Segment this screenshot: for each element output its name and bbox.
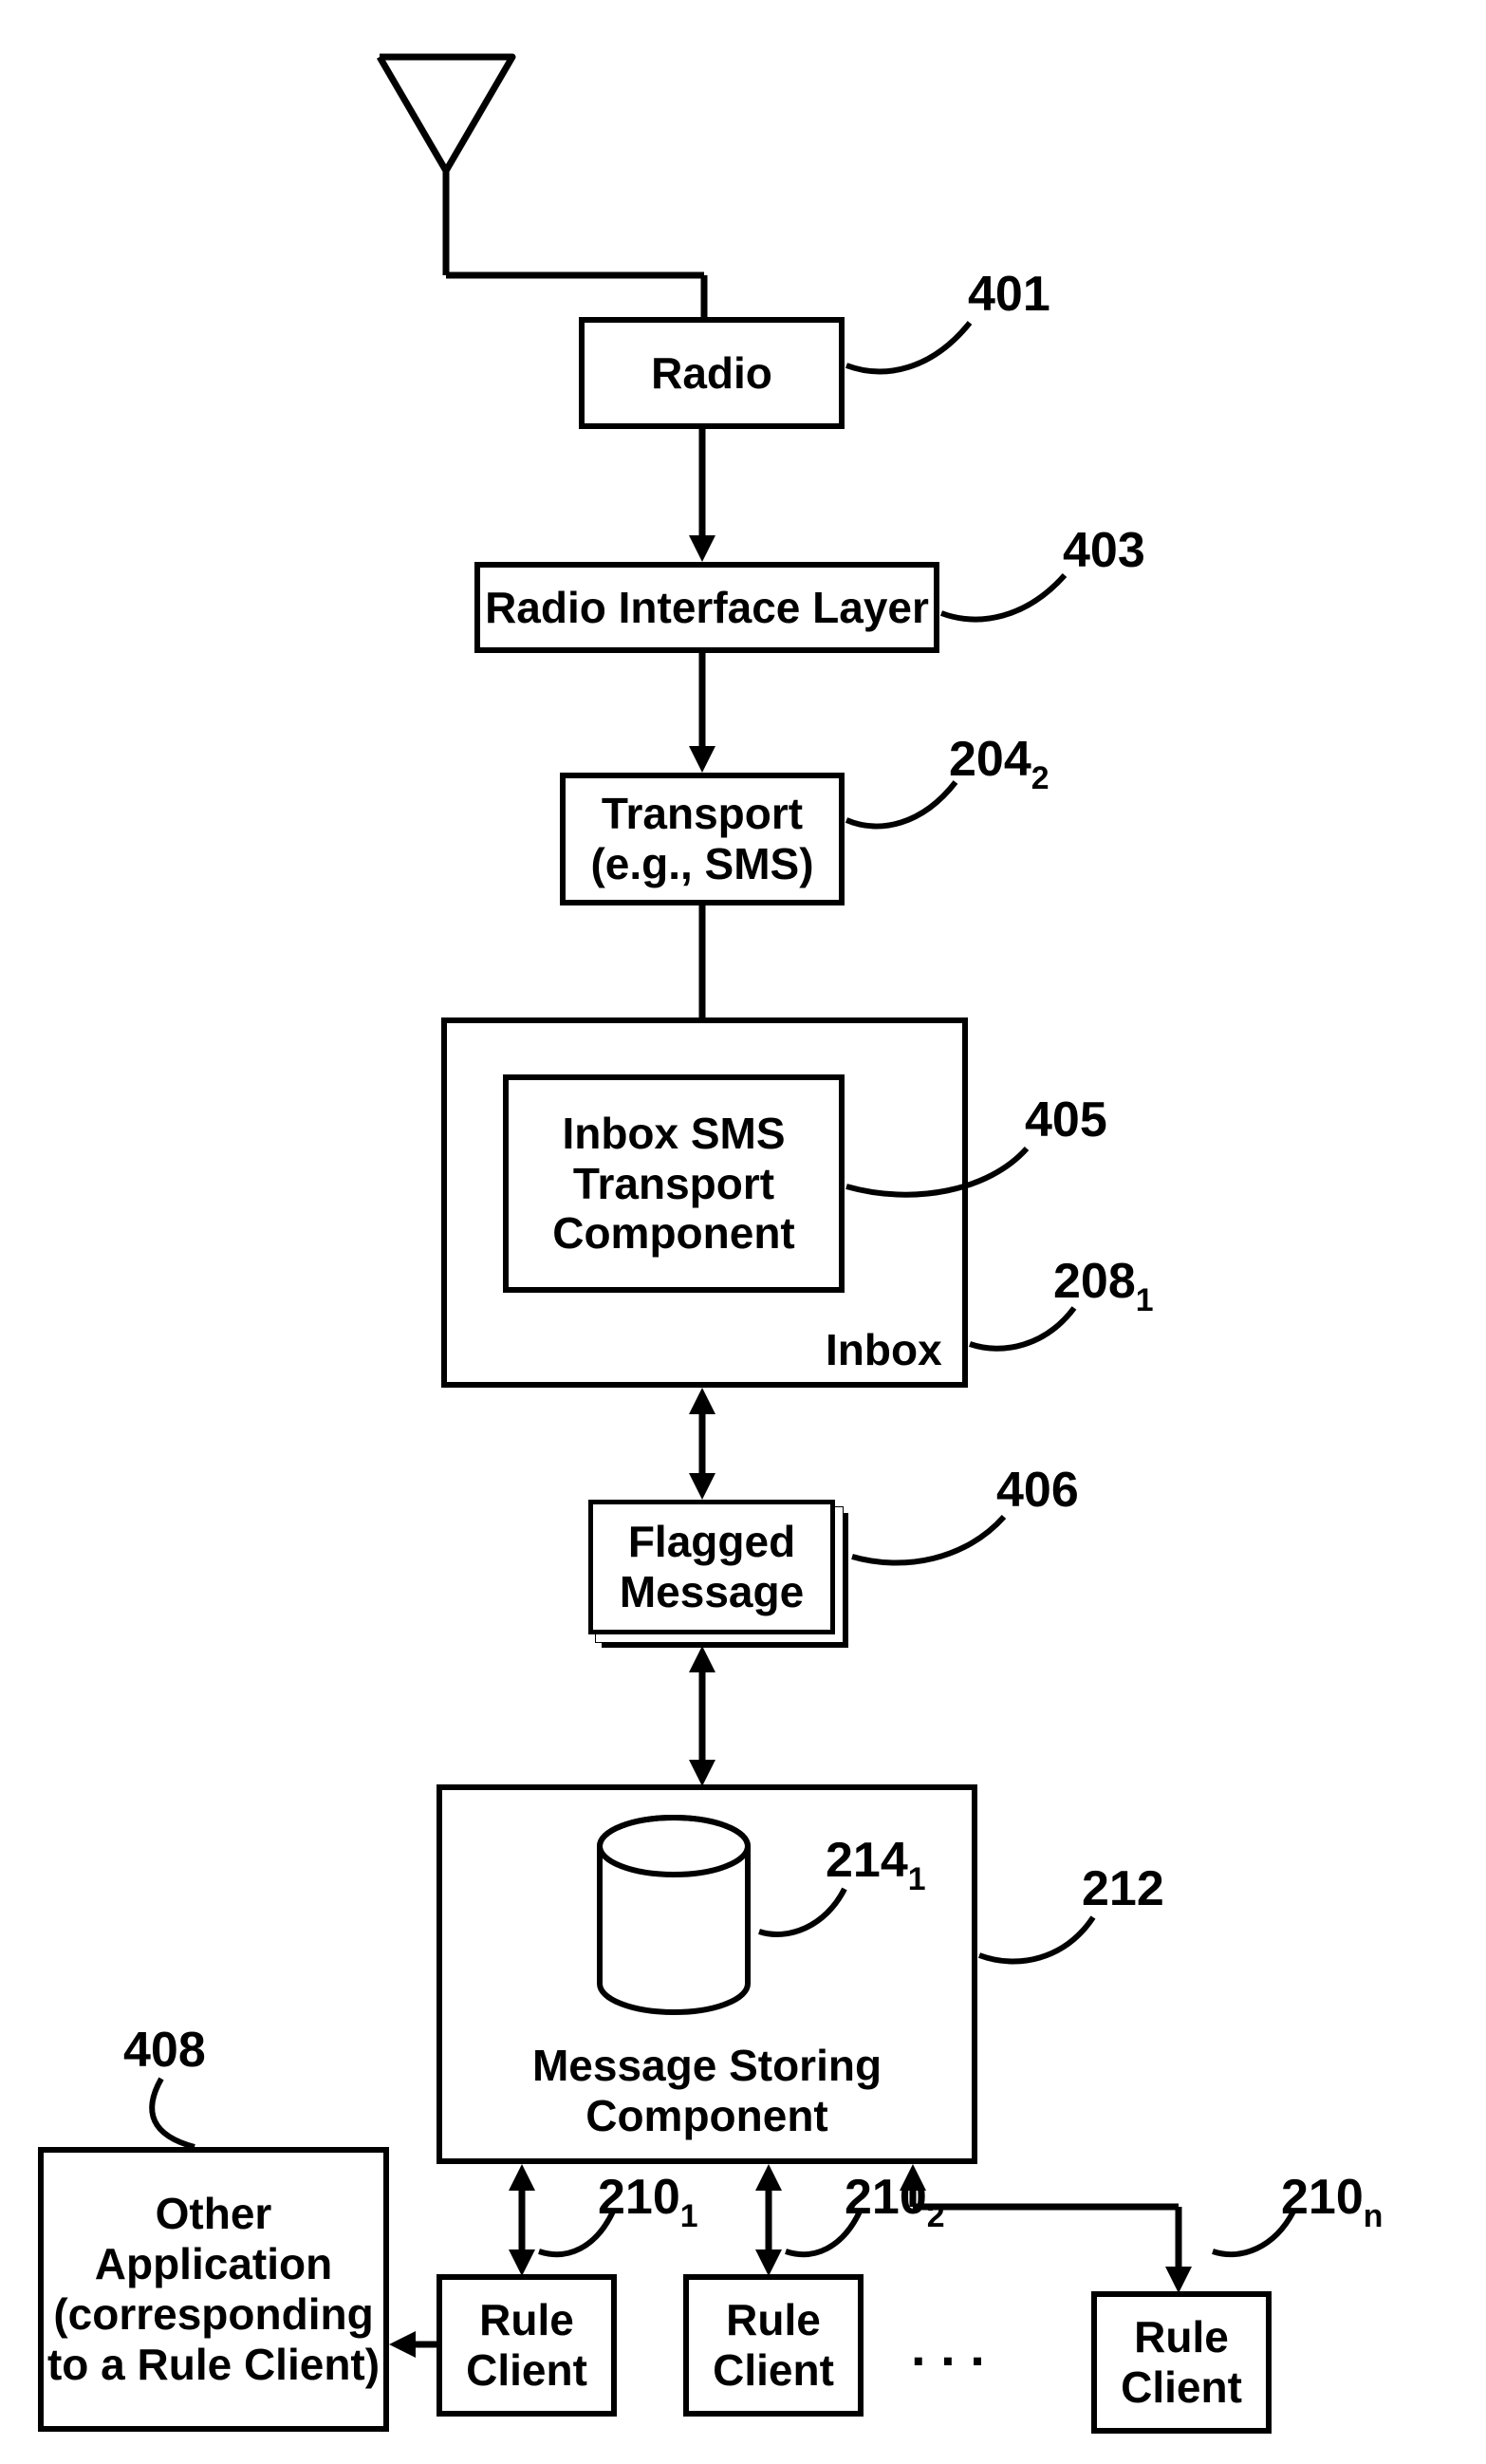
arrow-inbox-flagged bbox=[683, 1388, 721, 1502]
transport-box: Transport (e.g., SMS) bbox=[560, 773, 845, 905]
ref-212-leader bbox=[979, 1917, 1122, 1979]
arrow-flagged-msc bbox=[683, 1646, 721, 1788]
ref-2141-leader bbox=[759, 1889, 864, 1946]
rule-client-n-box: Rule Client bbox=[1091, 2291, 1272, 2434]
oa-l2: Application bbox=[95, 2239, 332, 2289]
msc-l2: Component bbox=[585, 2091, 828, 2141]
ril-box: Radio Interface Layer bbox=[474, 562, 939, 653]
diagram-stage: Radio 401 Radio Interface Layer 403 Tran… bbox=[0, 0, 1486, 2464]
inbox-caption: Inbox bbox=[826, 1324, 942, 1375]
ref-406-leader bbox=[852, 1517, 1032, 1583]
rcn-l2: Client bbox=[1121, 2362, 1242, 2413]
rule-client-1-box: Rule Client bbox=[437, 2274, 617, 2417]
flagged-l1: Flagged bbox=[628, 1517, 795, 1567]
inbox-sms-l1: Inbox SMS bbox=[562, 1109, 785, 1159]
ref-2042: 2042 bbox=[949, 731, 1049, 788]
flagged-l2: Message bbox=[620, 1567, 804, 1617]
ref-405: 405 bbox=[1025, 1092, 1107, 1148]
ref-2101-leader bbox=[539, 2212, 634, 2264]
ref-406: 406 bbox=[996, 1462, 1079, 1519]
rc1-l1: Rule bbox=[479, 2295, 574, 2345]
inbox-sms-l2: Transport bbox=[573, 1159, 774, 1209]
ref-401: 401 bbox=[968, 266, 1050, 323]
ref-212: 212 bbox=[1082, 1860, 1164, 1917]
arrow-rc1-otherapp bbox=[387, 2325, 442, 2363]
ril-label: Radio Interface Layer bbox=[485, 583, 929, 633]
ellipsis: . . . bbox=[911, 2316, 985, 2378]
rc2-l2: Client bbox=[713, 2345, 834, 2396]
inbox-sms-component-box: Inbox SMS Transport Component bbox=[503, 1074, 845, 1293]
transport-l1: Transport bbox=[602, 789, 803, 839]
msc-l1: Message Storing bbox=[532, 2041, 882, 2091]
inbox-sms-l3: Component bbox=[552, 1208, 795, 1259]
radio-label: Radio bbox=[651, 348, 772, 399]
rcn-l1: Rule bbox=[1134, 2312, 1229, 2362]
antenna-icon bbox=[380, 57, 531, 266]
ref-2141: 2141 bbox=[826, 1832, 926, 1889]
arrow-radio-ril bbox=[683, 429, 721, 564]
flagged-message-box: Flagged Message bbox=[588, 1500, 835, 1634]
other-application-box: Other Application (corresponding to a Ru… bbox=[38, 2147, 389, 2432]
rule-client-2-box: Rule Client bbox=[683, 2274, 864, 2417]
oa-l4: to a Rule Client) bbox=[47, 2340, 380, 2390]
oa-l3: (corresponding bbox=[53, 2289, 373, 2340]
oa-l1: Other bbox=[156, 2189, 272, 2239]
rc2-l1: Rule bbox=[726, 2295, 821, 2345]
ref-2102-leader bbox=[786, 2212, 881, 2264]
rc1-l2: Client bbox=[466, 2345, 587, 2396]
ref-2042-leader bbox=[846, 782, 979, 849]
ref-408-leader bbox=[142, 2079, 237, 2155]
ref-2081-leader bbox=[970, 1308, 1103, 1365]
arrow-ril-transport bbox=[683, 653, 721, 775]
ref-403: 403 bbox=[1063, 522, 1145, 579]
ref-408: 408 bbox=[123, 2022, 206, 2079]
radio-box: Radio bbox=[579, 317, 845, 429]
ref-210n-leader bbox=[1213, 2212, 1317, 2264]
ref-401-leader bbox=[846, 323, 998, 399]
database-icon bbox=[588, 1813, 759, 2031]
transport-l2: (e.g., SMS) bbox=[590, 839, 813, 889]
arrow-msc-rc1 bbox=[503, 2164, 541, 2278]
ref-2081: 2081 bbox=[1053, 1253, 1154, 1310]
ref-403-leader bbox=[941, 575, 1093, 642]
ref-405-leader bbox=[846, 1148, 1055, 1215]
arrow-msc-rc2 bbox=[750, 2164, 788, 2278]
